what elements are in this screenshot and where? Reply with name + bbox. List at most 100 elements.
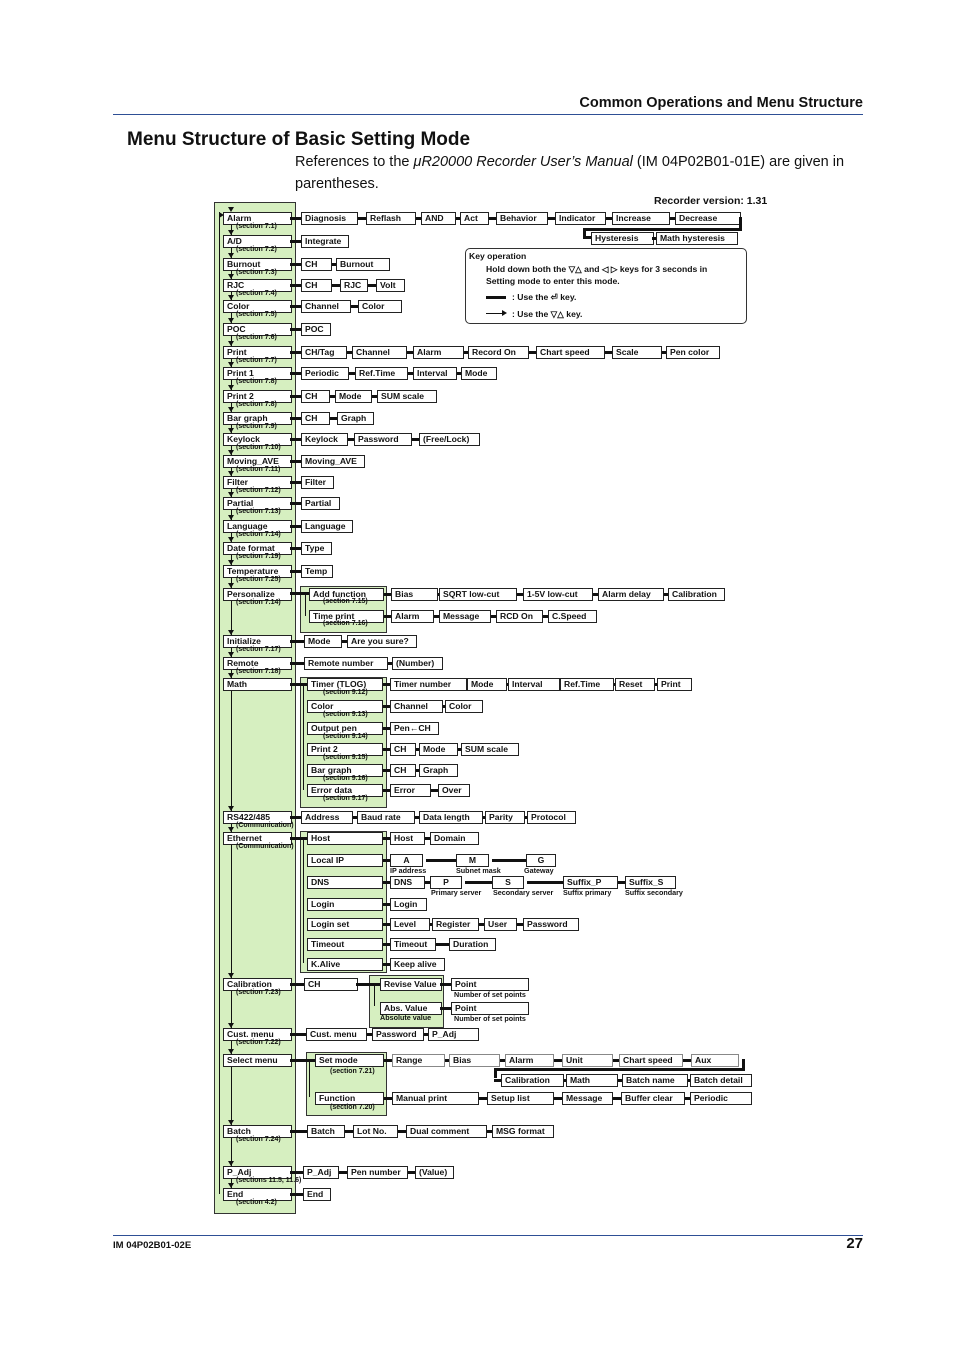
menu-item[interactable]: CH — [301, 390, 330, 403]
menu-item[interactable]: Hysteresis — [591, 232, 654, 245]
menu-item[interactable]: Are you sure? — [347, 635, 417, 648]
menu-item[interactable]: Moving_AVE — [301, 455, 365, 468]
menu-item[interactable]: Temp — [301, 565, 333, 578]
menu-item[interactable]: (Value) — [415, 1166, 454, 1179]
menu-item[interactable]: Alarm — [391, 610, 434, 623]
menu-item[interactable]: Volt — [376, 279, 405, 292]
menu-item[interactable]: Password — [372, 1028, 424, 1041]
menu-item[interactable]: Password — [523, 918, 579, 931]
menu-item[interactable]: Calibration — [501, 1074, 564, 1087]
menu-item[interactable]: AND — [421, 212, 456, 225]
menu-item[interactable]: Lot No. — [353, 1125, 398, 1138]
menu-item[interactable]: Mode — [304, 635, 342, 648]
menu-item[interactable]: Cust. menu — [306, 1028, 367, 1041]
menu-item[interactable]: Register — [432, 918, 479, 931]
menu-item[interactable]: Scale — [612, 346, 662, 359]
menu-item[interactable]: P_Adj — [303, 1166, 339, 1179]
menu-item[interactable]: MSG format — [492, 1125, 554, 1138]
menu-item[interactable]: Level — [390, 918, 430, 931]
menu-item[interactable]: CH/Tag — [301, 346, 347, 359]
menu-item[interactable]: Decrease — [675, 212, 741, 225]
menu-item[interactable]: CH — [390, 764, 416, 777]
menu-item[interactable]: Pen number — [347, 1166, 408, 1179]
menu-item[interactable]: Color — [358, 300, 402, 313]
menu-item[interactable]: SUM scale — [461, 743, 519, 756]
menu-item[interactable]: Message — [439, 610, 491, 623]
menu-item[interactable]: Mode — [335, 390, 372, 403]
menu-item[interactable]: Reflash — [366, 212, 416, 225]
menu-item[interactable]: Print — [657, 678, 692, 691]
menu-item[interactable]: Channel — [390, 700, 443, 713]
menu-item[interactable]: Color — [445, 700, 483, 713]
menu-item[interactable]: DNS — [390, 876, 425, 889]
menu-item[interactable]: RJC — [340, 279, 368, 292]
menu-item[interactable]: Integrate — [301, 235, 349, 248]
menu-item[interactable]: Keylock — [301, 433, 348, 446]
ethernet-submenu-item[interactable]: Login — [307, 898, 383, 911]
menu-item[interactable]: Bias — [449, 1054, 500, 1067]
ethernet-submenu-item[interactable]: DNS — [307, 876, 383, 889]
ethernet-submenu-item[interactable]: Host — [307, 832, 383, 845]
menu-item[interactable]: Unit — [562, 1054, 613, 1067]
submenu-set-mode[interactable]: Set mode — [315, 1054, 384, 1067]
menu-item[interactable]: SQRT low-cut — [439, 588, 517, 601]
menu-item[interactable]: Batch detail — [690, 1074, 752, 1087]
menu-item[interactable]: Buffer clear — [621, 1092, 685, 1105]
main-menu-math[interactable]: Math — [223, 678, 292, 691]
menu-item[interactable]: Type — [301, 542, 332, 555]
menu-item[interactable]: Chart speed — [536, 346, 605, 359]
menu-item[interactable]: Interval — [413, 367, 457, 380]
menu-item[interactable]: C.Speed — [548, 610, 597, 623]
menu-item[interactable]: Ref.Time — [355, 367, 408, 380]
menu-item[interactable]: Dual comment — [406, 1125, 487, 1138]
menu-item[interactable]: Partial — [301, 497, 340, 510]
menu-item[interactable]: Channel — [301, 300, 351, 313]
menu-item[interactable]: Math hysteresis — [656, 232, 738, 245]
menu-item[interactable]: Calibration — [668, 588, 725, 601]
menu-item[interactable]: End — [303, 1188, 331, 1201]
menu-item[interactable]: Diagnosis — [301, 212, 358, 225]
menu-item[interactable]: Ref.Time — [560, 678, 614, 691]
menu-item[interactable]: Manual print — [392, 1092, 479, 1105]
ethernet-submenu-item[interactable]: Login set — [307, 918, 383, 931]
menu-item[interactable]: CH — [301, 279, 332, 292]
menu-item[interactable]: Act — [460, 212, 489, 225]
ethernet-submenu-item[interactable]: Local IP — [307, 854, 383, 867]
menu-item[interactable]: POC — [301, 323, 331, 336]
menu-item[interactable]: 1-5V low-cut — [523, 588, 593, 601]
menu-item[interactable]: Batch name — [622, 1074, 688, 1087]
menu-item[interactable]: Burnout — [336, 258, 390, 271]
menu-item[interactable]: Periodic — [301, 367, 349, 380]
menu-item[interactable]: Pen color — [666, 346, 720, 359]
menu-item[interactable]: Setup list — [487, 1092, 554, 1105]
menu-item[interactable]: CH — [301, 258, 332, 271]
menu-item[interactable]: Duration — [449, 938, 496, 951]
menu-item[interactable]: Timer number — [390, 678, 467, 691]
menu-item[interactable]: SUM scale — [377, 390, 437, 403]
menu-item[interactable]: Aux — [691, 1054, 739, 1067]
menu-item[interactable]: Protocol — [527, 811, 576, 824]
menu-item[interactable]: Reset — [615, 678, 655, 691]
menu-item[interactable]: RCD On — [496, 610, 543, 623]
menu-item[interactable]: Keep alive — [390, 958, 445, 971]
menu-item[interactable]: Graph — [337, 412, 374, 425]
menu-item[interactable]: Alarm — [413, 346, 464, 359]
menu-item[interactable]: Mode — [467, 678, 507, 691]
menu-item[interactable]: Mode — [419, 743, 458, 756]
menu-item[interactable]: Language — [301, 520, 353, 533]
menu-item[interactable]: Domain — [430, 832, 479, 845]
menu-item[interactable]: Interval — [508, 678, 560, 691]
menu-item[interactable]: CH — [304, 978, 358, 991]
menu-item[interactable]: Message — [562, 1092, 613, 1105]
menu-item[interactable]: Batch — [307, 1125, 345, 1138]
ethernet-submenu-item[interactable]: Timeout — [307, 938, 383, 951]
menu-item[interactable]: Error — [390, 784, 431, 797]
menu-item[interactable]: Address — [301, 811, 353, 824]
menu-item[interactable]: Host — [390, 832, 425, 845]
menu-item[interactable]: Baud rate — [357, 811, 415, 824]
menu-item[interactable]: Indicator — [555, 212, 606, 225]
menu-item[interactable]: Mode — [461, 367, 497, 380]
menu-item[interactable]: Periodic — [690, 1092, 752, 1105]
menu-item[interactable]: Bias — [391, 588, 438, 601]
main-menu-selectmenu[interactable]: Select menu — [223, 1054, 292, 1067]
